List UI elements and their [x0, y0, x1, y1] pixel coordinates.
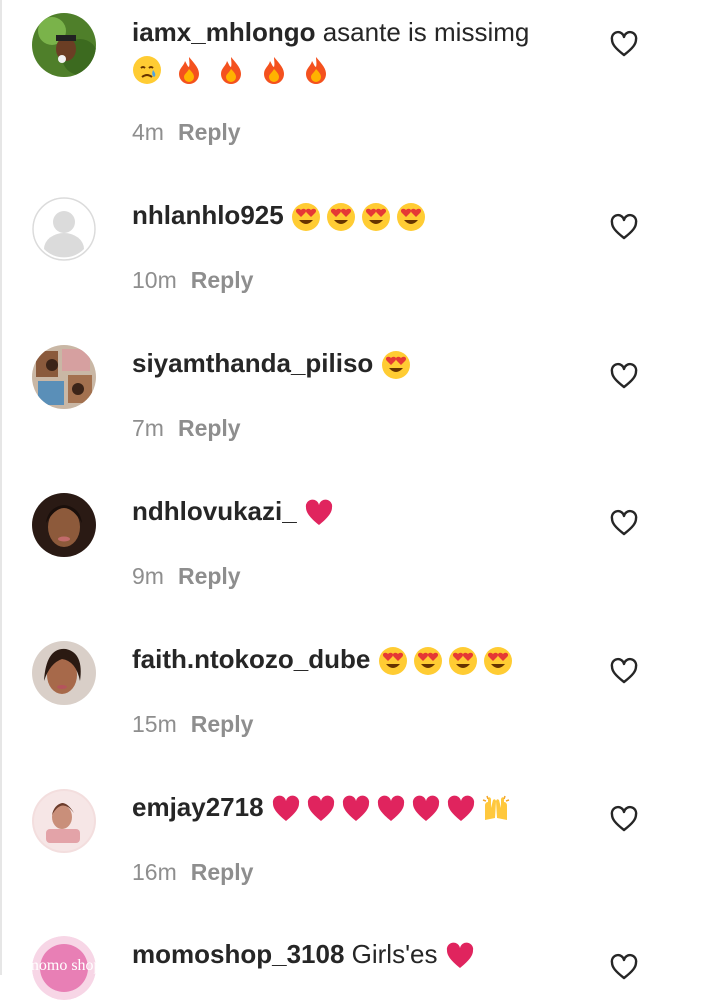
- left-edge-divider: [0, 0, 2, 975]
- avatar-logo-text: momo shop: [32, 957, 96, 974]
- avatar[interactable]: [32, 641, 96, 705]
- fire-icon: [301, 55, 331, 85]
- raised-hands-icon: [481, 794, 511, 824]
- red-heart-icon: [446, 794, 476, 824]
- fire-icon: [174, 55, 204, 85]
- heart-eyes-icon: [483, 646, 513, 676]
- username[interactable]: emjay2718: [132, 792, 264, 822]
- heart-eyes-icon: [378, 646, 408, 676]
- heart-outline-icon[interactable]: [609, 361, 639, 391]
- timestamp: 10m: [132, 267, 177, 293]
- username[interactable]: ndhlovukazi_: [132, 496, 297, 526]
- timestamp: 9m: [132, 563, 164, 589]
- reply-button[interactable]: Reply: [191, 267, 254, 293]
- comment-text: Girls'es: [351, 939, 438, 969]
- heart-outline-icon[interactable]: [609, 29, 639, 59]
- comment-body: momoshop_3108 Girls'es: [132, 938, 480, 971]
- reply-button[interactable]: Reply: [178, 415, 241, 441]
- comment-meta: 16m Reply: [132, 858, 253, 886]
- fire-icon: [216, 55, 246, 85]
- emoji-row: [132, 52, 336, 85]
- avatar[interactable]: [32, 789, 96, 853]
- heart-outline-icon[interactable]: [609, 656, 639, 686]
- crying-face-icon: [132, 55, 162, 85]
- heart-outline-icon[interactable]: [609, 804, 639, 834]
- avatar[interactable]: [32, 493, 96, 557]
- comment-meta: 15m Reply: [132, 710, 253, 738]
- comment-text: asante is missimg: [322, 17, 530, 47]
- reply-button[interactable]: Reply: [178, 563, 241, 589]
- red-heart-icon: [271, 794, 301, 824]
- red-heart-icon: [445, 941, 475, 971]
- fire-icon: [259, 55, 289, 85]
- red-heart-icon: [376, 794, 406, 824]
- comment-body: iamx_mhlongo asante is missimg: [132, 16, 529, 48]
- comment-body: faith.ntokozo_dube: [132, 643, 518, 676]
- reply-button[interactable]: Reply: [178, 119, 241, 145]
- heart-eyes-icon: [361, 202, 391, 232]
- heart-outline-icon[interactable]: [609, 952, 639, 982]
- avatar[interactable]: momo shop: [32, 936, 96, 1000]
- username[interactable]: siyamthanda_piliso: [132, 348, 373, 378]
- timestamp: 15m: [132, 711, 177, 737]
- username[interactable]: faith.ntokozo_dube: [132, 644, 370, 674]
- heart-eyes-icon: [326, 202, 356, 232]
- comment-meta: 7m Reply: [132, 414, 241, 442]
- reply-button[interactable]: Reply: [191, 859, 254, 885]
- red-heart-icon: [304, 498, 334, 528]
- comment-body: ndhlovukazi_: [132, 495, 339, 528]
- reply-button[interactable]: Reply: [191, 711, 254, 737]
- red-heart-icon: [411, 794, 441, 824]
- username[interactable]: iamx_mhlongo: [132, 17, 315, 47]
- comment-body: nhlanhlo925: [132, 199, 431, 232]
- username[interactable]: nhlanhlo925: [132, 200, 284, 230]
- red-heart-icon: [306, 794, 336, 824]
- comment-meta: 4m Reply: [132, 118, 241, 146]
- timestamp: 4m: [132, 119, 164, 145]
- heart-eyes-icon: [448, 646, 478, 676]
- heart-eyes-icon: [396, 202, 426, 232]
- comment-meta: 9m Reply: [132, 562, 241, 590]
- heart-eyes-icon: [413, 646, 443, 676]
- timestamp: 7m: [132, 415, 164, 441]
- avatar[interactable]: [32, 345, 96, 409]
- heart-eyes-icon: [381, 350, 411, 380]
- heart-outline-icon[interactable]: [609, 212, 639, 242]
- avatar[interactable]: [32, 197, 96, 261]
- username[interactable]: momoshop_3108: [132, 939, 344, 969]
- heart-eyes-icon: [291, 202, 321, 232]
- red-heart-icon: [341, 794, 371, 824]
- comment-body: emjay2718: [132, 791, 516, 824]
- comment-meta: 10m Reply: [132, 266, 253, 294]
- avatar[interactable]: [32, 13, 96, 77]
- timestamp: 16m: [132, 859, 177, 885]
- comment-body: siyamthanda_piliso: [132, 347, 416, 380]
- heart-outline-icon[interactable]: [609, 508, 639, 538]
